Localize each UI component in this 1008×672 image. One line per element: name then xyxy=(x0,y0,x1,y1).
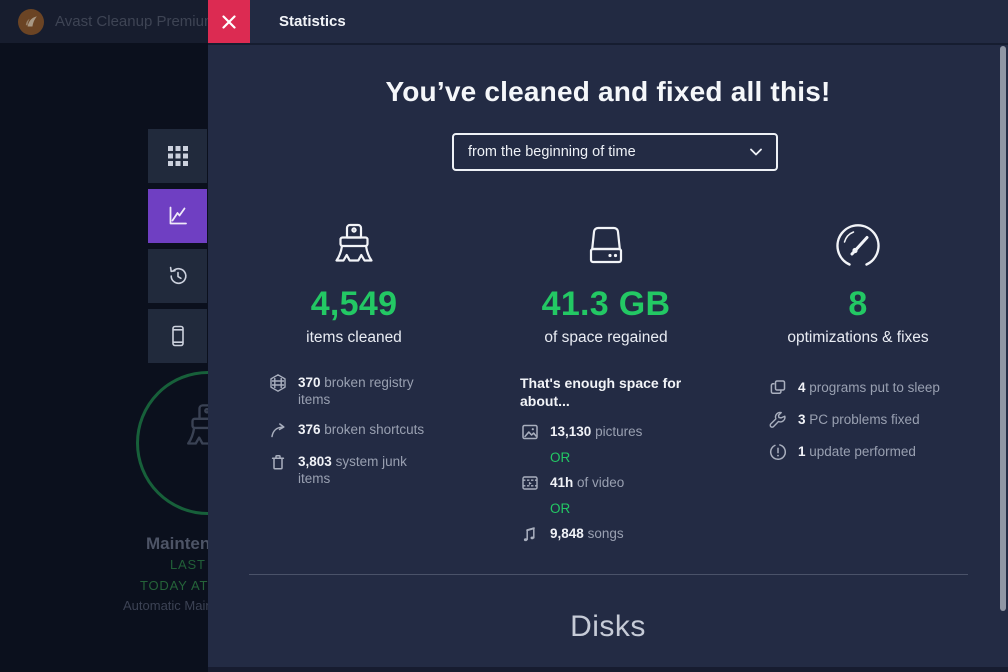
windows-stack-icon xyxy=(768,378,788,398)
wrench-icon xyxy=(768,410,788,430)
history-icon xyxy=(165,263,191,289)
sidebar-item-history[interactable] xyxy=(148,249,207,303)
speedometer-icon xyxy=(831,220,885,274)
detail-label: of video xyxy=(577,475,624,490)
detail-count: 3,803 xyxy=(298,454,332,469)
items-cleaned-details: 370 broken registry items 376 broken sho… xyxy=(228,374,480,500)
detail-songs: 9,848 songs xyxy=(520,525,732,544)
detail-label: update performed xyxy=(809,444,916,459)
close-button[interactable] xyxy=(208,0,250,43)
avast-logo-icon xyxy=(18,9,44,35)
close-icon xyxy=(222,15,236,29)
detail-label: pictures xyxy=(595,424,642,439)
space-regained-caption: of space regained xyxy=(544,329,667,347)
detail-problems-fixed: 3 PC problems fixed xyxy=(768,411,984,430)
statistics-panel: Statistics You’ve cleaned and fixed all … xyxy=(208,0,1008,672)
music-note-icon xyxy=(520,524,540,544)
detail-count: 9,848 xyxy=(550,526,584,541)
picture-icon xyxy=(520,422,540,442)
detail-count: 4 xyxy=(798,380,806,395)
detail-count: 41h xyxy=(550,475,573,490)
optimizations-details: 4 programs put to sleep 3 PC problems fi… xyxy=(732,379,984,475)
maintenance-today-at: TODAY AT xyxy=(140,578,208,593)
detail-broken-registry: 370 broken registry items xyxy=(268,374,480,408)
line-chart-icon xyxy=(165,203,191,229)
detail-pictures: 13,130 pictures xyxy=(520,423,732,442)
detail-count: 13,130 xyxy=(550,424,591,439)
registry-icon xyxy=(268,373,288,393)
sidebar-item-mobile[interactable] xyxy=(148,309,207,363)
broom-icon xyxy=(327,220,381,274)
statistics-header: Statistics xyxy=(208,0,1008,45)
section-divider xyxy=(249,574,968,575)
phone-icon xyxy=(165,323,191,349)
space-regained-value: 41.3 GB xyxy=(542,287,671,321)
app-title: Avast Cleanup Premium xyxy=(55,13,216,30)
or-label: OR xyxy=(550,501,732,516)
detail-video: 41h of video xyxy=(520,474,732,493)
trash-bin-icon xyxy=(268,452,288,472)
detail-label: programs put to sleep xyxy=(809,380,940,395)
optimizations-caption: optimizations & fixes xyxy=(787,329,928,347)
optimizations-value: 8 xyxy=(848,287,867,321)
detail-count: 1 xyxy=(798,444,806,459)
detail-label: PC problems fixed xyxy=(809,412,919,427)
headline: You’ve cleaned and fixed all this! xyxy=(208,76,1008,108)
shortcut-arrow-icon xyxy=(268,420,288,440)
space-intro: That's enough space for about... xyxy=(520,374,692,410)
scrollbar-thumb[interactable] xyxy=(1000,46,1006,611)
items-cleaned-value: 4,549 xyxy=(311,287,398,321)
detail-count: 376 xyxy=(298,422,321,437)
chevron-down-icon xyxy=(750,148,762,156)
or-label: OR xyxy=(550,450,732,465)
detail-update-performed: 1 update performed xyxy=(768,443,984,462)
stats-row: 4,549 items cleaned 370 broken registry … xyxy=(228,220,984,552)
detail-count: 3 xyxy=(798,412,806,427)
disks-section-title: Disks xyxy=(208,610,1008,644)
time-period-value: from the beginning of time xyxy=(468,144,636,160)
stat-space-regained: 41.3 GB of space regained That's enough … xyxy=(480,220,732,552)
detail-broken-shortcuts: 376 broken shortcuts xyxy=(268,421,480,440)
stat-items-cleaned: 4,549 items cleaned 370 broken registry … xyxy=(228,220,480,552)
hard-drive-icon xyxy=(579,220,633,274)
detail-label: broken shortcuts xyxy=(324,422,424,437)
detail-label: songs xyxy=(588,526,624,541)
time-period-dropdown[interactable]: from the beginning of time xyxy=(452,133,778,171)
alert-circle-icon xyxy=(768,442,788,462)
items-cleaned-caption: items cleaned xyxy=(306,329,402,347)
grid-icon xyxy=(165,143,191,169)
stat-optimizations: 8 optimizations & fixes 4 programs put t… xyxy=(732,220,984,552)
sidebar-item-dashboard[interactable] xyxy=(148,129,207,183)
sidebar-item-statistics[interactable] xyxy=(148,189,207,243)
film-icon xyxy=(520,473,540,493)
space-regained-details: That's enough space for about... 13,130 … xyxy=(480,374,732,552)
detail-programs-sleep: 4 programs put to sleep xyxy=(768,379,984,398)
detail-system-junk: 3,803 system junk items xyxy=(268,453,480,487)
page-title: Statistics xyxy=(250,0,346,43)
sidebar xyxy=(148,129,207,363)
detail-count: 370 xyxy=(298,375,321,390)
